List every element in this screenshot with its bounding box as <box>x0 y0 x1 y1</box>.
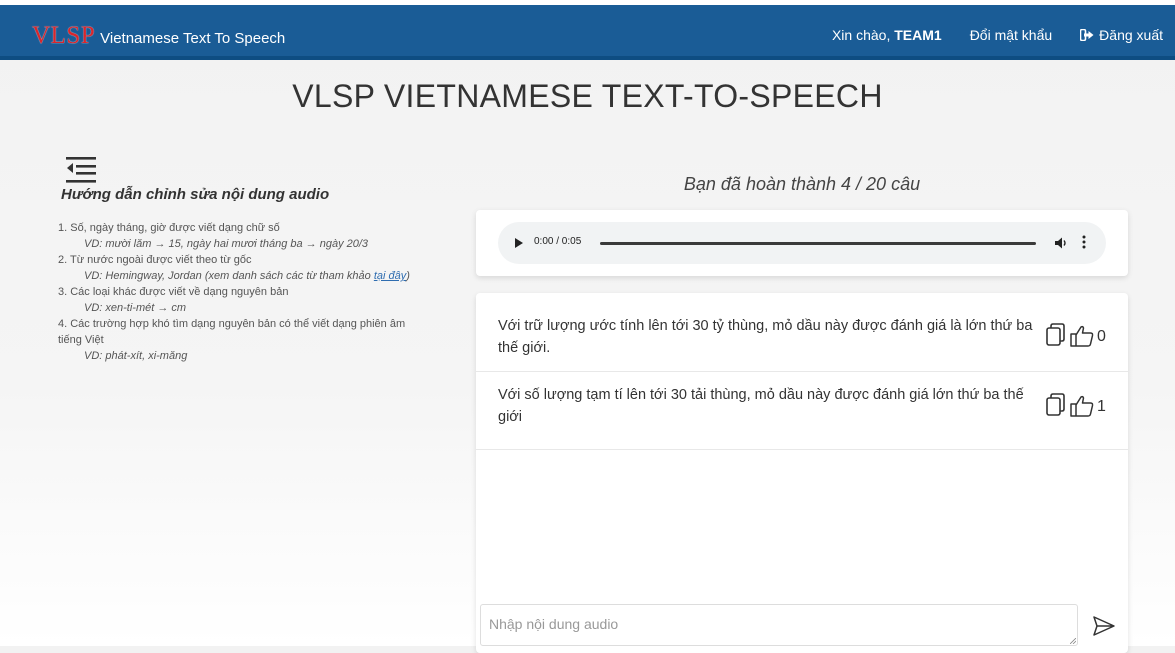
more-vertical-icon[interactable] <box>1082 235 1086 249</box>
navbar: VLSP Vietnamese Text To Speech Xin chào,… <box>0 0 1175 60</box>
navbar-right: Xin chào, TEAM1 Đổi mật khẩu Đăng xuất <box>832 27 1163 43</box>
page-title: VLSP VIETNAMESE TEXT-TO-SPEECH <box>292 78 883 114</box>
like-count: 1 <box>1097 398 1106 415</box>
send-icon[interactable] <box>1093 616 1115 636</box>
guide-item-example-text: VD: Hemingway, Jordan (xem danh sách các… <box>84 270 374 282</box>
logout-label[interactable]: Đăng xuất <box>1099 27 1163 43</box>
guide-item-text: 3. Các loại khác được viết về dạng nguyê… <box>58 286 289 298</box>
guide-item-example: VD: Hemingway, Jordan (xem danh sách các… <box>84 268 418 284</box>
guide-panel: Hướng dẫn chỉnh sửa nội dung audio 1. Số… <box>58 155 418 364</box>
guide-item: 4. Các trường hợp khó tìm dạng nguyên bả… <box>58 316 418 364</box>
transcript-row: Với trữ lượng ước tính lên tới 30 tỷ thù… <box>476 293 1128 372</box>
guide-list: 1. Số, ngày tháng, giờ được viết dạng ch… <box>58 220 418 364</box>
thumbs-up-icon[interactable] <box>1070 395 1094 417</box>
transcript-row: Với số lượng tạm tí lên tới 30 tải thùng… <box>476 371 1128 450</box>
guide-item-example-suffix: ) <box>406 270 410 282</box>
greeting-prefix: Xin chào, <box>831 27 891 43</box>
logout-link[interactable]: Đăng xuất <box>1080 27 1163 43</box>
audio-time: 0:00 / 0:05 <box>534 236 582 247</box>
guide-item-example: VD: xen-ti-mét → cm <box>84 302 187 314</box>
progress-text: Bạn đã hoàn thành 4 / 20 câu <box>683 174 921 194</box>
change-password-link[interactable]: Đổi mật khẩu <box>970 27 1052 43</box>
play-icon[interactable] <box>515 238 524 248</box>
guide-item-text: 4. Các trường hợp khó tìm dạng nguyên bả… <box>58 318 406 346</box>
menu-collapse-icon[interactable] <box>66 155 100 183</box>
guide-item-text: 1. Số, ngày tháng, giờ được viết dạng ch… <box>58 222 280 234</box>
user-name: TEAM1 <box>894 27 942 43</box>
guide-item: 3. Các loại khác được viết về dạng nguyê… <box>58 284 418 316</box>
like-count: 0 <box>1097 328 1106 345</box>
transcript-text: Với trữ lượng ước tính lên tới 30 tỷ thù… <box>498 318 1033 356</box>
guide-item: 2. Từ nước ngoài được viết theo từ gốc V… <box>58 252 418 284</box>
guide-item-text: 2. Từ nước ngoài được viết theo từ gốc <box>58 254 252 266</box>
resize-grip-icon[interactable] <box>1070 638 1076 644</box>
audio-player[interactable]: 0:00 / 0:05 <box>498 222 1106 264</box>
input-row <box>476 604 1128 649</box>
brand[interactable]: VLSP Vietnamese Text To Speech <box>32 22 285 50</box>
greeting: Xin chào, TEAM1 <box>832 27 942 43</box>
navbar-top-strip <box>0 0 1175 5</box>
transcript-card: Với trữ lượng ước tính lên tới 30 tỷ thù… <box>476 293 1128 653</box>
guide-item-example: VD: phát-xít, xi-măng <box>84 350 188 362</box>
copy-icon[interactable] <box>1046 323 1066 347</box>
volume-icon[interactable] <box>1054 236 1068 250</box>
reference-list-link[interactable]: tại đây <box>374 270 406 282</box>
copy-icon[interactable] <box>1046 393 1066 417</box>
guide-title: Hướng dẫn chỉnh sửa nội dung audio <box>61 186 330 203</box>
sign-out-icon <box>1080 29 1094 41</box>
guide-item-example: VD: mười lăm → 15, ngày hai mươi tháng b… <box>84 238 369 250</box>
audio-card: 0:00 / 0:05 <box>476 210 1128 276</box>
brand-name[interactable]: Vietnamese Text To Speech <box>100 30 285 47</box>
thumbs-up-icon[interactable] <box>1070 325 1094 347</box>
audio-seek-bar[interactable] <box>600 242 1036 245</box>
transcript-text: Với số lượng tạm tí lên tới 30 tải thùng… <box>498 387 1024 425</box>
guide-item: 1. Số, ngày tháng, giờ được viết dạng ch… <box>58 220 418 252</box>
brand-logo[interactable]: VLSP <box>32 22 95 50</box>
audio-content-input[interactable] <box>480 604 1078 646</box>
